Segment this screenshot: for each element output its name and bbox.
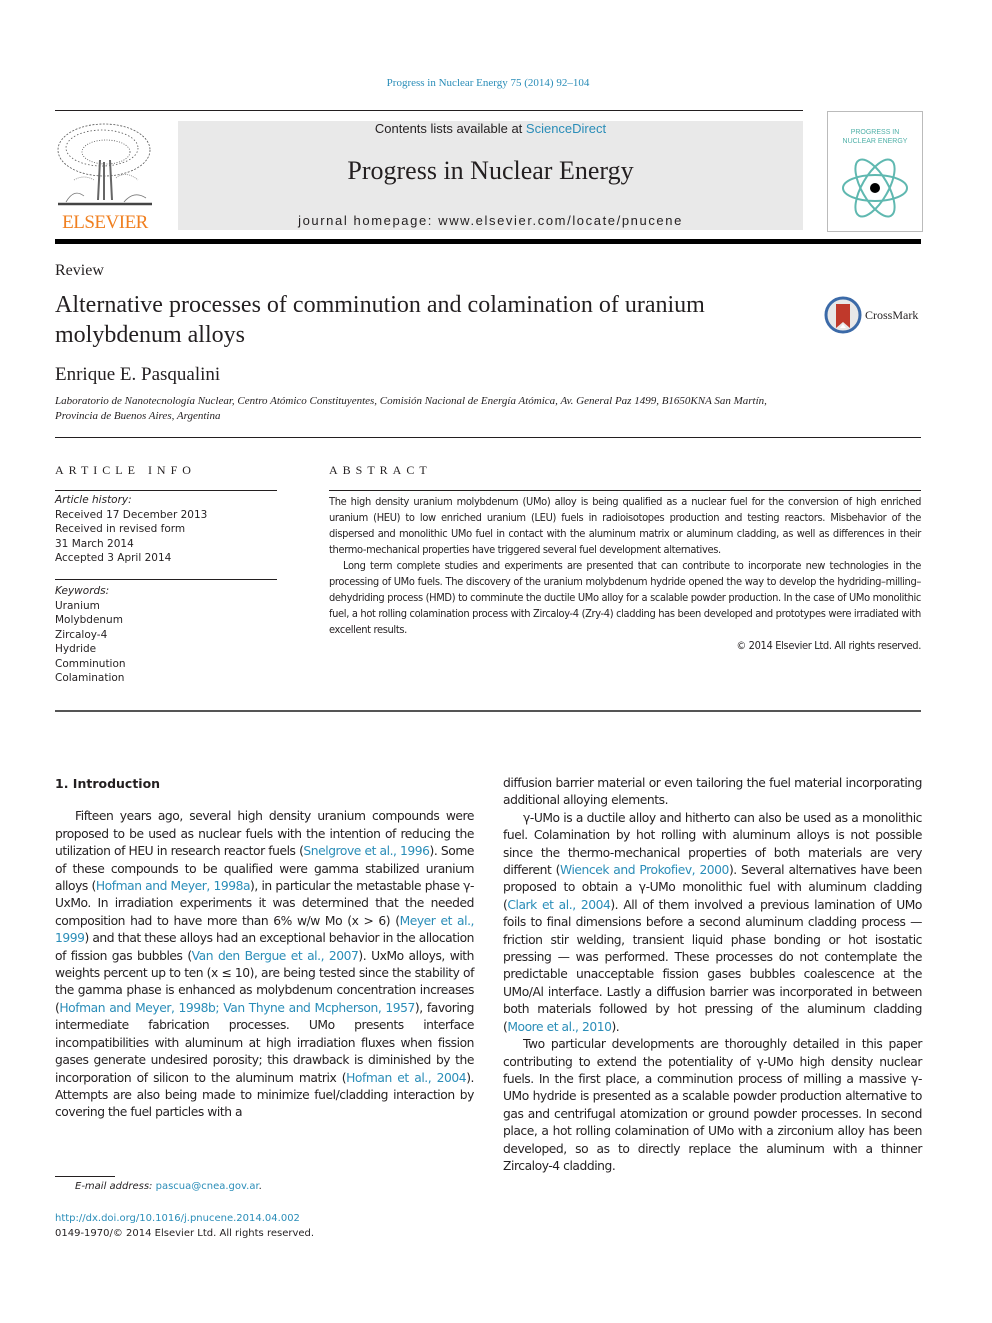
journal-homepage-line: journal homepage: www.elsevier.com/locat…	[178, 213, 803, 228]
keyword-item: Zircaloy-4	[55, 628, 108, 641]
body-column-left: 1. Introduction Fifteen years ago, sever…	[55, 775, 474, 1122]
doi-block: http://dx.doi.org/10.1016/j.pnucene.2014…	[55, 1211, 314, 1241]
author-name[interactable]: Enrique E. Pasqualini	[55, 364, 220, 386]
email-label: E-mail address:	[75, 1181, 153, 1192]
history-item: Received in revised form	[55, 523, 186, 535]
citation-link[interactable]: Clark et al., 2004	[507, 898, 610, 912]
journal-header-box: Contents lists available at ScienceDirec…	[178, 121, 803, 230]
keywords-label: Keywords:	[55, 585, 110, 597]
homepage-url[interactable]: www.elsevier.com/locate/pnucene	[438, 213, 683, 228]
history-item: Accepted 3 April 2014	[55, 552, 172, 564]
cover-title-line2: NUCLEAR ENERGY	[842, 138, 908, 145]
history-item: Received 17 December 2013	[55, 508, 208, 521]
author-affiliation: Laboratorio de Nanotecnología Nuclear, C…	[55, 395, 767, 422]
journal-title: Progress in Nuclear Energy	[347, 156, 634, 185]
keyword-item: Molybdenum	[55, 614, 123, 626]
citation-link[interactable]: Hofman et al., 2004	[346, 1071, 467, 1085]
section-heading-introduction: 1. Introduction	[55, 776, 161, 791]
email-link[interactable]: pascua@cnea.gov.ar	[156, 1181, 259, 1192]
crossmark-label: CrossMark	[865, 307, 919, 322]
abstract-paragraph: The high density uranium molybdenum (UMo…	[329, 495, 921, 556]
journal-reference-link[interactable]: Progress in Nuclear Energy 75 (2014) 92–…	[0, 77, 976, 89]
body-paragraph: diffusion barrier material or even tailo…	[503, 776, 922, 808]
header-thick-divider	[55, 239, 921, 244]
body-paragraph: Two particular developments are thorough…	[503, 1037, 922, 1173]
text-run: ).	[611, 1019, 620, 1034]
citation-link[interactable]: Wiencek and Prokofiev, 2000	[560, 863, 729, 877]
issn-line: 0149-1970/© 2014 Elsevier Ltd. All right…	[55, 1228, 315, 1239]
body-column-right: diffusion barrier material or even tailo…	[503, 775, 922, 1175]
article-history: Article history: Received 17 December 20…	[55, 493, 277, 566]
keywords-list: Keywords: Uranium Molybdenum Zircaloy-4 …	[55, 584, 277, 686]
article-info-divider	[55, 490, 277, 491]
elsevier-tree-icon	[57, 123, 152, 206]
abstract-divider	[329, 490, 921, 491]
contents-prefix: Contents lists available at	[374, 121, 526, 136]
email-suffix: .	[258, 1181, 262, 1192]
abstract-body: The high density uranium molybdenum (UMo…	[329, 494, 921, 654]
header-divider	[55, 110, 803, 111]
cover-title: PROGRESS IN NUCLEAR ENERGY	[828, 128, 922, 146]
homepage-prefix: journal homepage:	[298, 213, 439, 228]
body-paragraph: γ-UMo is a ductile alloy and hitherto ca…	[503, 810, 922, 1036]
article-info-heading: ARTICLE INFO	[55, 463, 196, 477]
citation-link[interactable]: Van den Bergue et al., 2007	[192, 949, 359, 963]
elsevier-wordmark: ELSEVIER	[62, 212, 148, 233]
history-item: 31 March 2014	[55, 537, 134, 550]
text-run: ). All of them involved a previous lamin…	[503, 897, 922, 1034]
keyword-item: Comminution	[55, 657, 126, 670]
history-label: Article history:	[55, 494, 132, 506]
keyword-item: Hydride	[55, 643, 97, 655]
body-paragraph: Fifteen years ago, several high density …	[55, 808, 474, 1121]
atom-icon	[842, 158, 908, 218]
abstract-copyright: © 2014 Elsevier Ltd. All rights reserved…	[736, 639, 921, 652]
doi-link[interactable]: http://dx.doi.org/10.1016/j.pnucene.2014…	[55, 1213, 300, 1224]
abstract-paragraph: Long term complete studies and experimen…	[329, 559, 921, 636]
abstract-bottom-divider	[55, 710, 921, 712]
cover-title-line1: PROGRESS IN	[850, 129, 900, 136]
article-title: Alternative processes of comminution and…	[55, 292, 705, 348]
keyword-item: Uranium	[55, 599, 100, 612]
citation-link[interactable]: Snelgrove et al., 1996	[303, 844, 430, 858]
crossmark-button[interactable]: CrossMark	[824, 296, 918, 334]
author-email-footnote: E-mail address: pascua@cnea.gov.ar.	[75, 1181, 262, 1192]
keyword-item: Colamination	[55, 672, 125, 684]
sciencedirect-link[interactable]: ScienceDirect	[526, 121, 606, 136]
footnote-divider	[55, 1176, 115, 1177]
citation-link[interactable]: Hofman and Meyer, 1998b; Van Thyne and M…	[59, 1001, 415, 1015]
elsevier-logo[interactable]: ELSEVIER	[54, 120, 156, 233]
crossmark-icon	[824, 296, 862, 334]
keywords-divider	[55, 579, 277, 580]
contents-line: Contents lists available at ScienceDirec…	[178, 121, 803, 136]
citation-link[interactable]: Moore et al., 2010	[507, 1020, 612, 1034]
citation-link[interactable]: Hofman and Meyer, 1998a	[96, 879, 251, 893]
article-type: Review	[55, 262, 104, 279]
abstract-heading: ABSTRACT	[329, 463, 432, 477]
title-divider	[55, 437, 921, 438]
journal-cover-thumbnail[interactable]: PROGRESS IN NUCLEAR ENERGY	[827, 111, 923, 232]
